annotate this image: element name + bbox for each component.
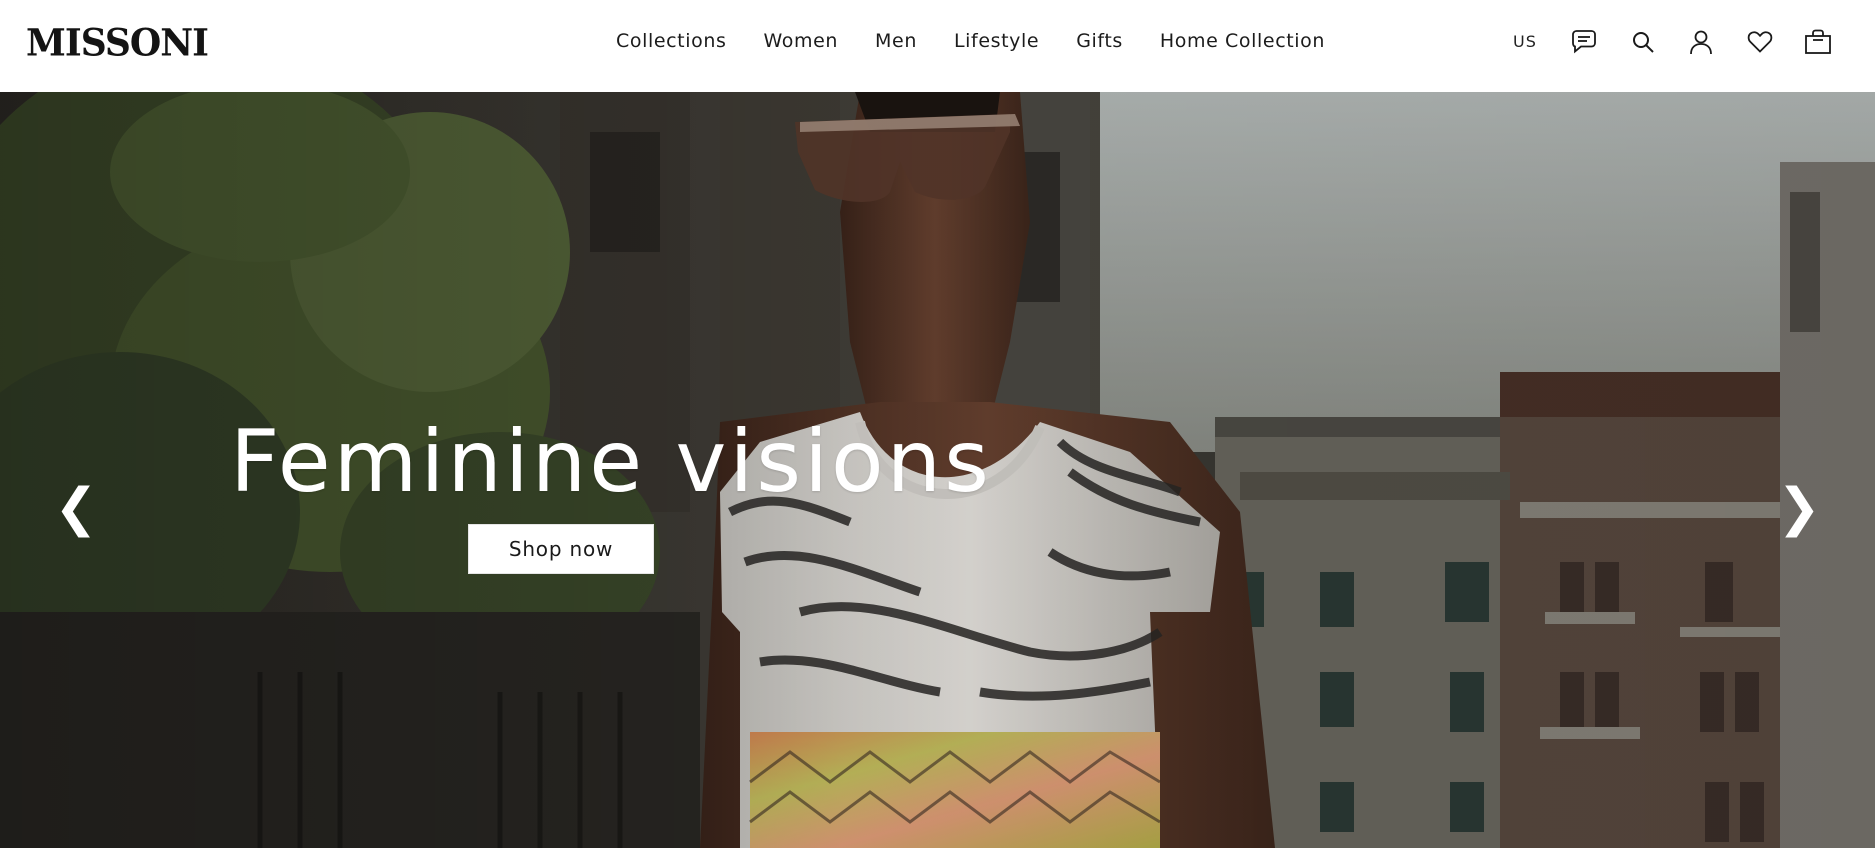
carousel-next-button[interactable]: ❯ [1777, 480, 1821, 536]
country-selector[interactable]: US [1513, 30, 1537, 54]
chat-icon[interactable] [1568, 26, 1600, 58]
hero-headline: Feminine visions [230, 412, 992, 512]
account-icon[interactable] [1685, 26, 1717, 58]
search-icon[interactable] [1627, 26, 1659, 58]
bag-icon[interactable] [1802, 26, 1834, 58]
wishlist-icon[interactable] [1744, 26, 1776, 58]
nav-item-home-collection[interactable]: Home Collection [1160, 27, 1325, 55]
hero-carousel: ❮ ❯ Feminine visions Shop now [0, 92, 1875, 848]
carousel-prev-button[interactable]: ❮ [54, 480, 98, 536]
nav-item-men[interactable]: Men [875, 27, 917, 55]
shop-now-button[interactable]: Shop now [468, 524, 654, 574]
site-header: MISSONI Collections Women Men Lifestyle … [0, 0, 1875, 92]
missoni-logo[interactable]: MISSONI [26, 22, 209, 64]
nav-item-women[interactable]: Women [763, 27, 838, 55]
nav-item-collections[interactable]: Collections [616, 27, 726, 55]
nav-item-gifts[interactable]: Gifts [1076, 27, 1123, 55]
main-nav: Collections Women Men Lifestyle Gifts Ho… [616, 27, 1325, 55]
nav-item-lifestyle[interactable]: Lifestyle [954, 27, 1039, 55]
